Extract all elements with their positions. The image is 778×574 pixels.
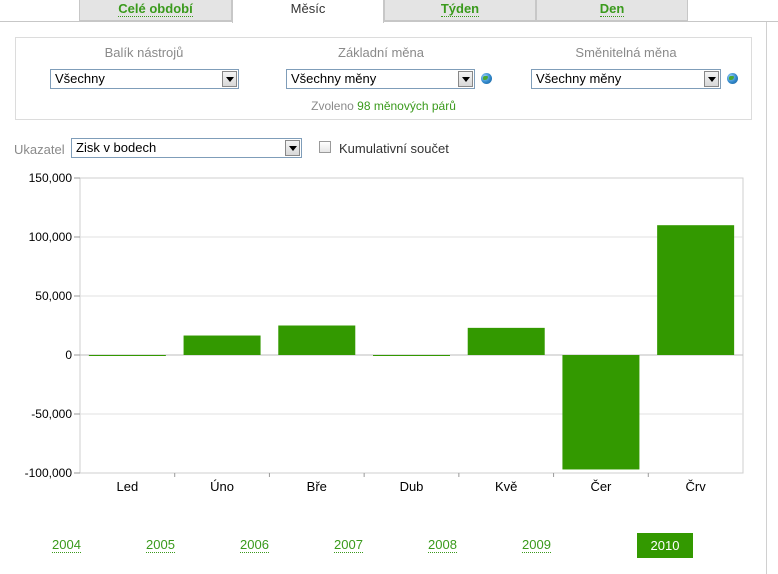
bar-Bře[interactable] <box>278 325 356 356</box>
selected-pairs-info: Zvoleno 98 měnových párů <box>16 99 751 113</box>
x-axis-ticks: Led Úno Bře Dub Kvě Čer Črv <box>117 473 707 494</box>
year-link-2007[interactable]: 2007 <box>334 537 363 553</box>
tab-month[interactable]: Měsíc <box>232 0 384 23</box>
y-tick-label: -50,000 <box>31 407 72 421</box>
x-tick-label: Dub <box>400 479 424 494</box>
period-tabs: Celé období Měsíc Týden Den <box>0 0 778 23</box>
bar-Úno[interactable] <box>183 335 261 355</box>
y-tick-label: 150,000 <box>29 171 73 185</box>
bar-Črv[interactable] <box>657 225 735 355</box>
plot-area <box>79 177 744 474</box>
x-tick-label: Úno <box>210 479 234 494</box>
base-currency-label: Základní měna <box>338 45 424 60</box>
bar-Dub[interactable] <box>373 355 450 356</box>
chevron-down-icon[interactable] <box>704 71 719 87</box>
indicator-label: Ukazatel <box>14 142 65 157</box>
x-tick-label: Črv <box>686 479 707 494</box>
toolkit-value: Všechny <box>55 71 105 86</box>
bar-Kvě[interactable] <box>467 327 545 355</box>
quote-currency-value: Všechny měny <box>536 71 622 86</box>
quote-currency-label: Směnitelná měna <box>575 45 677 60</box>
bar-Led[interactable] <box>88 355 166 356</box>
y-axis-ticks: 150,000 100,000 50,000 0 -50,000 -100,000 <box>25 171 80 480</box>
y-tick-label: -100,000 <box>25 466 73 480</box>
toolkit-label: Balík nástrojů <box>104 45 184 60</box>
monthly-profit-chart: 150,000 100,000 50,000 0 -50,000 -100,000 Led… <box>25 171 744 494</box>
chevron-down-icon[interactable] <box>458 71 473 87</box>
tab-whole-period[interactable]: Celé období <box>79 0 232 21</box>
year-button-2010-active[interactable]: 2010 <box>637 533 693 558</box>
chevron-down-icon[interactable] <box>285 140 300 156</box>
tab-divider <box>0 21 778 22</box>
tab-week[interactable]: Týden <box>384 0 536 21</box>
cumulative-checkbox[interactable] <box>319 141 331 153</box>
y-tick-label: 0 <box>65 348 72 362</box>
x-tick-label: Bře <box>307 479 327 494</box>
x-tick-label: Led <box>117 479 139 494</box>
x-tick-label: Čer <box>590 479 612 494</box>
selected-prefix: Zvoleno <box>311 99 354 113</box>
y-tick-label: 100,000 <box>29 230 73 244</box>
year-link-2005[interactable]: 2005 <box>146 537 175 553</box>
currency-filter-panel: Balík nástrojů Všechny Základní měna Vše… <box>15 37 752 120</box>
selected-pairs-count[interactable]: 98 měnových párů <box>357 99 456 113</box>
year-link-2006[interactable]: 2006 <box>240 537 269 553</box>
chevron-down-icon[interactable] <box>222 71 237 87</box>
y-tick-label: 50,000 <box>35 289 72 303</box>
base-currency-select[interactable]: Všechny měny <box>286 69 475 89</box>
base-currency-value: Všechny měny <box>291 71 377 86</box>
year-link-2008[interactable]: 2008 <box>428 537 457 553</box>
cumulative-label: Kumulativní součet <box>339 141 449 156</box>
year-link-2009[interactable]: 2009 <box>522 537 551 553</box>
indicator-select[interactable]: Zisk v bodech <box>71 138 302 158</box>
indicator-value: Zisk v bodech <box>76 140 157 155</box>
quote-currency-select[interactable]: Všechny měny <box>531 69 721 89</box>
year-link-2004[interactable]: 2004 <box>52 537 81 553</box>
globe-icon[interactable] <box>481 73 492 84</box>
tab-day[interactable]: Den <box>536 0 688 21</box>
globe-icon[interactable] <box>727 73 738 84</box>
x-tick-label: Kvě <box>495 479 517 494</box>
toolkit-select[interactable]: Všechny <box>50 69 239 89</box>
bar-Čer[interactable] <box>562 355 640 470</box>
